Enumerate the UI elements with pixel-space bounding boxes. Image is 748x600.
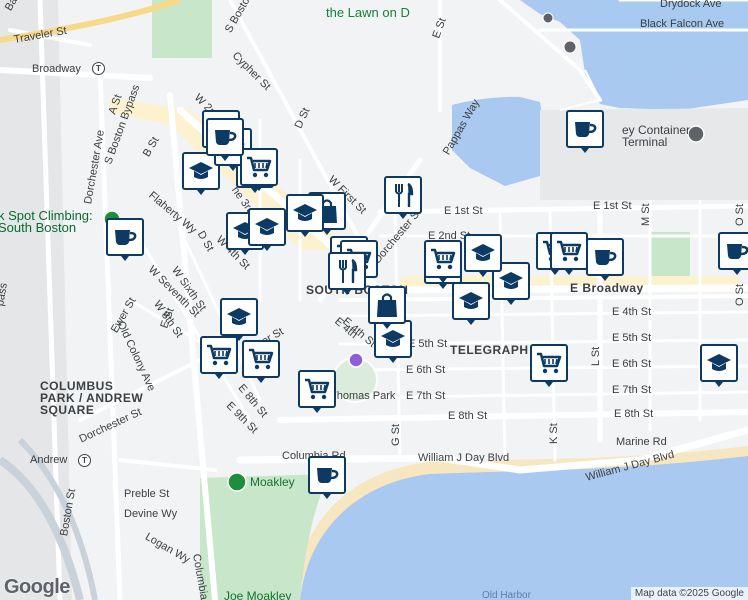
black-falcon-marker bbox=[563, 40, 577, 54]
pin-coffee[interactable] bbox=[206, 118, 244, 164]
cart-icon bbox=[298, 370, 336, 408]
map-label-e-8th-st-b: E 8th St bbox=[614, 408, 654, 420]
pin-school[interactable] bbox=[220, 298, 258, 344]
coffee-icon bbox=[106, 218, 144, 256]
map-label-climbing: k Spot Climbing: South Boston bbox=[0, 208, 93, 235]
pin-school[interactable] bbox=[286, 194, 324, 240]
m-st-park bbox=[650, 232, 690, 282]
pin-school[interactable] bbox=[700, 344, 738, 390]
map-label-e-8th-st-a: E 8th St bbox=[448, 410, 488, 422]
coffee-icon bbox=[308, 456, 346, 494]
pin-school[interactable] bbox=[464, 234, 502, 280]
pin-cart[interactable] bbox=[424, 240, 462, 286]
pin-school[interactable] bbox=[452, 282, 490, 328]
cart-icon bbox=[530, 344, 568, 382]
cart-icon bbox=[240, 148, 278, 186]
pin-coffee[interactable] bbox=[718, 232, 748, 278]
school-icon bbox=[286, 194, 324, 232]
map-label-thomas-park: Thomas Park bbox=[330, 390, 396, 402]
thomas-park-monument bbox=[348, 352, 364, 368]
map-label-e-7th-st-b: E 7th St bbox=[612, 384, 652, 396]
school-icon bbox=[452, 282, 490, 320]
map-label-container-terminal: ey Container Terminal bbox=[622, 123, 691, 149]
school-icon bbox=[464, 234, 502, 272]
coffee-icon bbox=[206, 118, 244, 156]
map-label-g-st: G St bbox=[390, 423, 402, 446]
map-label-o-st-a: O St bbox=[734, 203, 746, 226]
map-label-e-6th-st-b: E 6th St bbox=[612, 358, 652, 370]
pin-coffee[interactable] bbox=[566, 110, 604, 156]
pin-cart[interactable] bbox=[530, 344, 568, 390]
map-label-joe-moakley: Joe Moakley bbox=[224, 589, 292, 600]
map-canvas[interactable]: Traveler St Broadway A St Dorchester Ave S B… bbox=[0, 0, 748, 600]
map-label-e-1st-st-a: E 1st St bbox=[444, 205, 483, 217]
pin-cart[interactable] bbox=[550, 232, 588, 278]
map-label-preble-st: Preble St bbox=[124, 488, 170, 500]
map-label-k-st: K St bbox=[548, 423, 560, 444]
google-logo: Google bbox=[4, 576, 70, 599]
moakley-park-marker bbox=[227, 472, 247, 492]
cart-icon bbox=[424, 240, 462, 278]
map-data-attribution[interactable]: Map data ©2025 Google bbox=[630, 587, 748, 600]
restaurant-icon bbox=[384, 176, 422, 214]
pin-coffee[interactable] bbox=[106, 218, 144, 264]
pin-restaurant[interactable] bbox=[384, 176, 422, 222]
map-label-e-1st-st-b: E 1st St bbox=[593, 200, 632, 212]
school-icon bbox=[700, 344, 738, 382]
map-label-andrew: Andrew bbox=[30, 454, 68, 466]
map-label-drydock-ave: Drydock Ave bbox=[660, 0, 722, 10]
restaurant-icon bbox=[328, 252, 366, 290]
shopping-bag-icon bbox=[368, 286, 406, 324]
map-label-marine-rd: Marine Rd bbox=[616, 436, 667, 448]
map-label-e-7th-st-a: E 7th St bbox=[406, 390, 446, 402]
cart-icon bbox=[242, 340, 280, 378]
pin-cart[interactable] bbox=[242, 340, 280, 386]
map-label-broadway-west: Broadway bbox=[32, 63, 81, 75]
map-label-devine-wy: Devine Wy bbox=[124, 508, 178, 520]
map-label-old-harbor: Old Harbor bbox=[482, 590, 531, 600]
map-label-o-st-b: O St bbox=[734, 283, 746, 306]
drydock-marker bbox=[542, 12, 554, 24]
school-icon bbox=[220, 298, 258, 336]
pin-coffee[interactable] bbox=[308, 456, 346, 502]
coffee-icon bbox=[566, 110, 604, 148]
pin-coffee[interactable] bbox=[586, 238, 624, 284]
map-label-m-st: M St bbox=[640, 203, 652, 226]
google-logo-text: Google bbox=[4, 576, 70, 598]
metro-station-broadway[interactable]: T bbox=[92, 62, 105, 75]
coffee-icon bbox=[586, 238, 624, 276]
map-label-black-falcon-ave: Black Falcon Ave bbox=[640, 18, 725, 30]
metro-station-andrew[interactable]: T bbox=[78, 454, 91, 467]
map-label-e-5th-st-a: E 5th St bbox=[408, 338, 448, 350]
pin-school[interactable] bbox=[248, 208, 286, 254]
map-label-the-lawn-on-d: the Lawn on D bbox=[326, 5, 410, 20]
map-label-moakley: Moakley bbox=[250, 475, 295, 489]
pin-cart[interactable] bbox=[240, 148, 278, 194]
map-label-william-j-day-blvd-a: William J Day Blvd bbox=[418, 452, 510, 464]
container-terminal-marker bbox=[687, 125, 705, 143]
pin-shopping-bag[interactable] bbox=[368, 286, 406, 332]
map-label-e-4th-st-a: E 4th St bbox=[612, 306, 652, 318]
cart-icon bbox=[550, 232, 588, 270]
pin-restaurant[interactable] bbox=[328, 252, 366, 298]
map-label-telegraph-hill: TELEGRAPH bbox=[450, 343, 529, 357]
map-label-l-st: L St bbox=[590, 346, 602, 366]
school-icon bbox=[248, 208, 286, 246]
pin-cart[interactable] bbox=[298, 370, 336, 416]
map-label-e-5th-st-b: E 5th St bbox=[612, 332, 652, 344]
coffee-icon bbox=[718, 232, 748, 270]
